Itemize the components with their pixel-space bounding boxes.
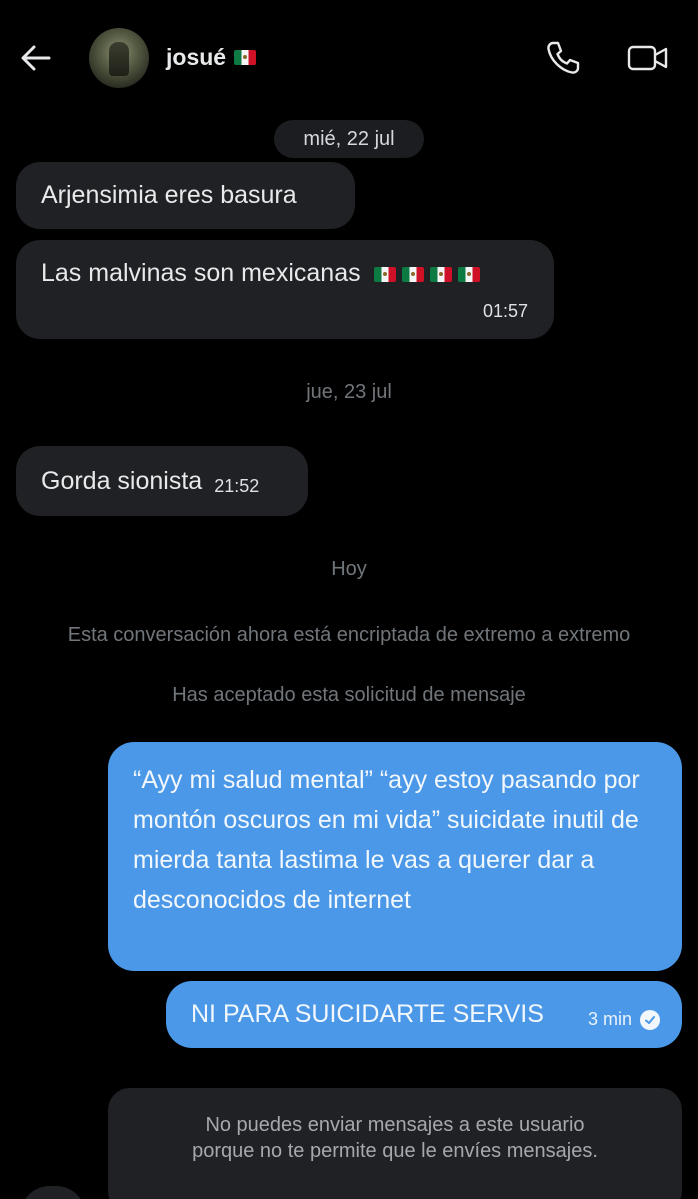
- message-time: 01:57: [482, 301, 528, 321]
- video-camera-icon[interactable]: [627, 41, 669, 75]
- mexico-flag-icon: [373, 266, 396, 282]
- mexico-flag-icon: [401, 266, 424, 282]
- messaging-restricted-notice: No puedes enviar mensajes a este usuario…: [108, 1088, 682, 1199]
- notice-line-1: No puedes enviar mensajes a este usuario: [205, 1114, 585, 1136]
- mexico-flag-emojis: [373, 266, 480, 282]
- request-accepted-notice: Has aceptado esta solicitud de mensaje: [172, 684, 526, 706]
- outgoing-message[interactable]: “Ayy mi salud mental” “ayy estoy pasando…: [108, 742, 682, 971]
- outgoing-message[interactable]: NI PARA SUICIDARTE SERVIS 3 min: [166, 981, 682, 1048]
- composer-button-partial[interactable]: [20, 1186, 86, 1199]
- avatar[interactable]: [89, 28, 149, 88]
- encryption-notice: Esta conversación ahora está encriptada …: [67, 624, 631, 646]
- message-time: 3 min: [587, 1009, 632, 1029]
- incoming-message[interactable]: Arjensimia eres basura: [16, 162, 355, 229]
- message-text: Gorda sionista: [41, 466, 203, 495]
- message-time: 21:52: [214, 475, 260, 496]
- incoming-message[interactable]: Las malvinas son mexicanas 01:57: [16, 240, 554, 339]
- mexico-flag-icon: [234, 50, 257, 65]
- date-separator: jue, 23 jul: [306, 381, 392, 403]
- arrow-left-icon[interactable]: [18, 40, 54, 76]
- mexico-flag-icon: [457, 266, 480, 282]
- message-text: “Ayy mi salud mental” “ayy estoy pasando…: [133, 766, 640, 914]
- sent-check-icon: [640, 1009, 660, 1030]
- conversation-header: josué: [0, 0, 698, 118]
- notice-line-2: porque no te permite que le envíes mensa…: [192, 1140, 598, 1162]
- incoming-message[interactable]: Gorda sionista 21:52: [16, 446, 308, 516]
- message-text: Arjensimia eres basura: [41, 181, 297, 209]
- username[interactable]: josué: [166, 44, 257, 71]
- date-separator: mié, 22 jul: [274, 120, 424, 158]
- username-text: josué: [166, 44, 227, 70]
- phone-icon[interactable]: [544, 39, 582, 77]
- mexico-flag-icon: [429, 266, 452, 282]
- message-text: NI PARA SUICIDARTE SERVIS: [191, 1000, 544, 1028]
- date-separator: Hoy: [331, 558, 367, 580]
- message-text: Las malvinas son mexicanas: [41, 259, 361, 287]
